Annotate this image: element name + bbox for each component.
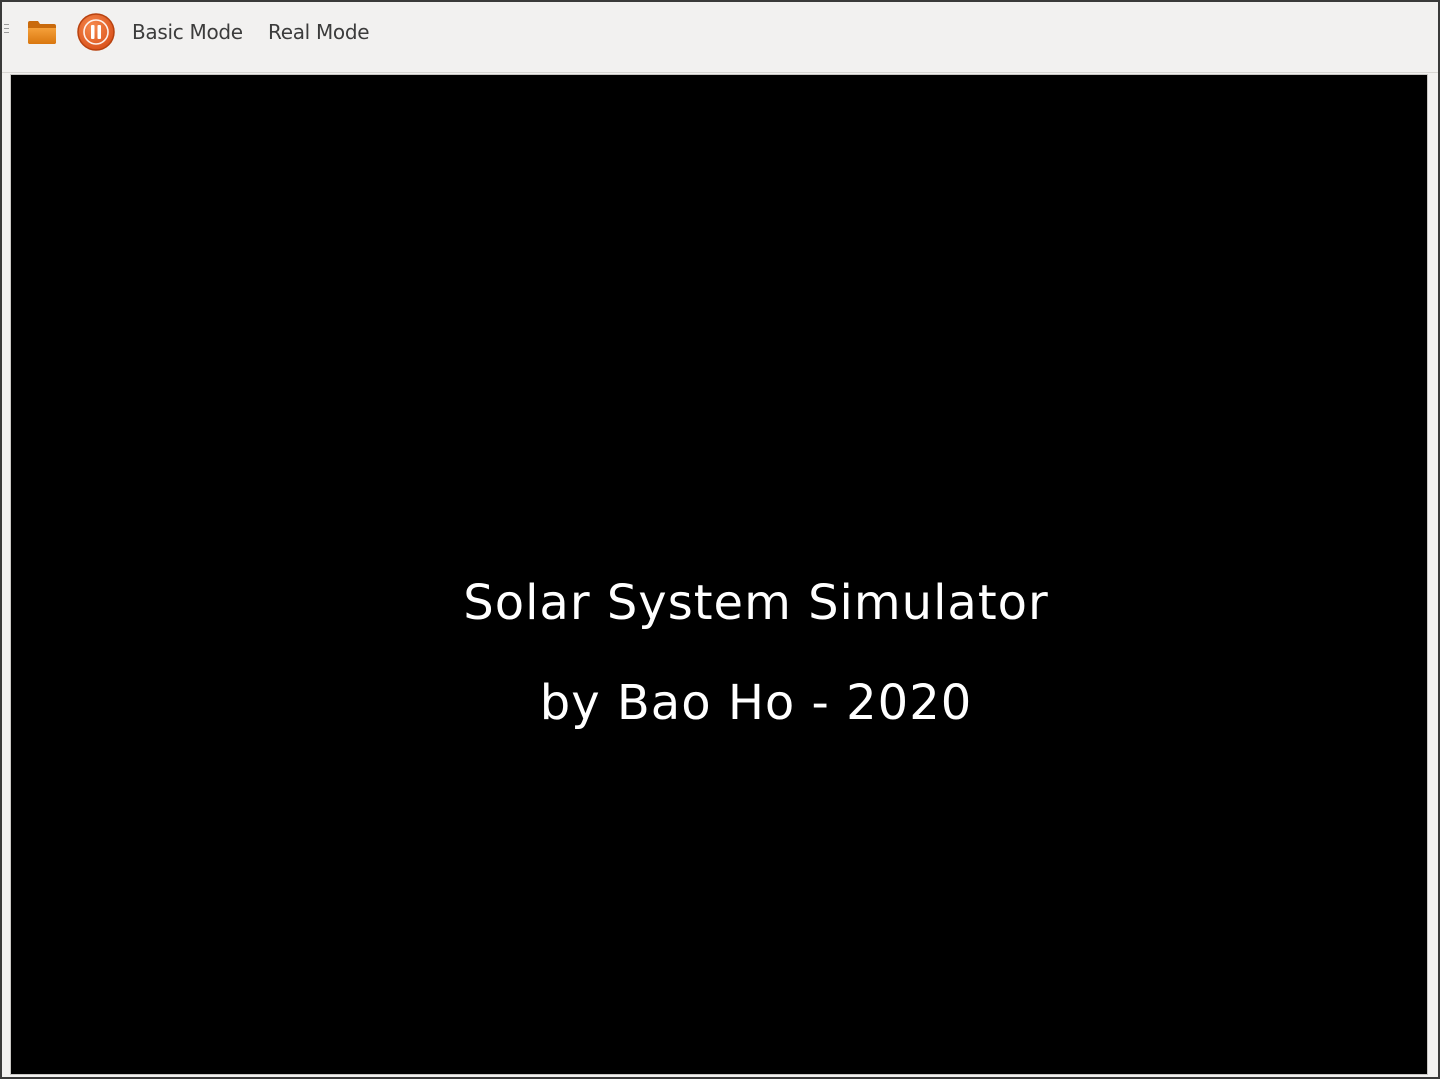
basic-mode-button[interactable]: Basic Mode <box>132 18 243 46</box>
simulation-canvas[interactable]: Solar System Simulator by Bao Ho - 2020 <box>10 74 1428 1075</box>
open-file-button[interactable] <box>20 12 64 52</box>
toolbar: Basic Mode Real Mode <box>2 2 1438 73</box>
splash-credit: by Bao Ho - 2020 <box>539 675 973 731</box>
pause-button[interactable] <box>74 12 118 52</box>
pause-icon <box>77 13 115 51</box>
app-window: Basic Mode Real Mode Solar System Simula… <box>0 0 1440 1079</box>
splash-title: Solar System Simulator <box>463 575 1049 631</box>
folder-icon <box>28 21 56 44</box>
toolbar-grip-handle[interactable] <box>4 24 10 38</box>
real-mode-button[interactable]: Real Mode <box>268 18 370 46</box>
